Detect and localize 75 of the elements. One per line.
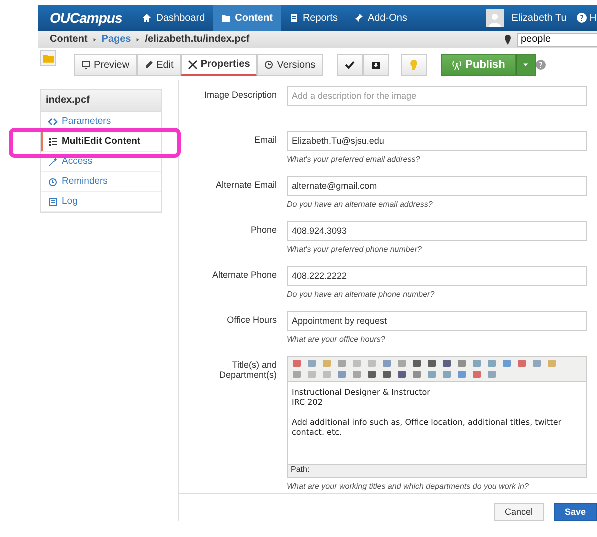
field-hint: What are your office hours?: [287, 335, 386, 344]
publish-menu-button[interactable]: [516, 54, 536, 76]
folder-button[interactable]: [40, 50, 56, 66]
pencil-icon: [144, 60, 154, 70]
list-icon: [48, 136, 58, 146]
text-field[interactable]: Elizabeth.Tu@sjsu.edu: [287, 131, 587, 151]
logo[interactable]: OUCampus: [38, 5, 134, 31]
lightbulb-icon: [408, 60, 419, 70]
field-hint: What's your preferred phone number?: [287, 245, 423, 254]
save-button[interactable]: Save: [554, 503, 597, 521]
field-hint: Do you have an alternate email address?: [287, 200, 434, 209]
caret-icon: [523, 62, 530, 68]
home-icon: [142, 13, 152, 23]
breadcrumb-item[interactable]: Content: [50, 34, 88, 45]
nav-item[interactable]: Reports: [280, 5, 346, 31]
folder-icon: [221, 13, 232, 23]
cancel-button[interactable]: Cancel: [494, 503, 544, 521]
view-tab[interactable]: Edit: [136, 54, 181, 76]
text-field[interactable]: 408.924.3093: [287, 221, 587, 241]
monitor-icon: [81, 60, 91, 70]
broadcast-icon: [452, 60, 462, 70]
view-tab[interactable]: Preview: [74, 54, 137, 76]
text-field[interactable]: 408.222.2222: [287, 266, 587, 286]
sidebar-item[interactable]: Log: [41, 192, 161, 212]
tools-icon: [188, 60, 198, 70]
sidebar-item[interactable]: Parameters: [41, 112, 161, 132]
lightbulb-button[interactable]: [400, 54, 427, 76]
sidebar-item[interactable]: Reminders: [41, 172, 161, 192]
check-button[interactable]: [336, 54, 363, 76]
avatar[interactable]: [486, 9, 504, 27]
user-name[interactable]: Elizabeth Tu: [512, 5, 577, 31]
breadcrumb-item[interactable]: Pages: [102, 34, 132, 45]
caret-icon: [135, 36, 142, 42]
download-box-icon: [370, 60, 381, 70]
field-label: Alternate Email: [214, 179, 277, 192]
sidebar-title: index.pcf: [41, 90, 161, 112]
text-field[interactable]: alternate@gmail.com: [287, 176, 587, 196]
view-tab[interactable]: Versions: [257, 54, 323, 76]
help-icon: [576, 13, 587, 23]
help-icon: [536, 60, 546, 70]
field-label: Email: [253, 134, 277, 147]
field-label: Image Description: [203, 89, 277, 102]
field-hint: What's your preferred email address?: [287, 155, 422, 164]
field-label: Office Hours: [226, 314, 277, 327]
field-hint: What are your working titles and which departments do you work in?: [287, 482, 530, 491]
key-icon: [48, 156, 58, 166]
caret-icon: [92, 36, 98, 42]
search-field[interactable]: people: [517, 32, 597, 46]
history-icon: [264, 60, 274, 70]
code-icon: [48, 116, 58, 126]
pin-icon: [503, 34, 513, 44]
breadcrumb-item[interactable]: /elizabeth.tu/index.pcf: [145, 34, 250, 45]
nav-item[interactable]: Content: [213, 5, 281, 31]
nav-item[interactable]: Add-Ons: [346, 5, 416, 31]
nav-item[interactable]: Dashboard: [134, 5, 214, 31]
field-hint: Do you have an alternate phone number?: [287, 290, 436, 299]
view-tab[interactable]: Properties: [180, 54, 258, 76]
path-bar: Path:: [288, 464, 586, 477]
text-field[interactable]: Add a description for the image: [287, 86, 587, 106]
editor-text[interactable]: Instructional Designer & Instructor IRC 202 Add additional info such as, Office location, additional titles, twitter contact. etc.: [288, 382, 586, 464]
pin-icon: [354, 13, 364, 23]
field-label: Alternate Phone: [211, 269, 277, 282]
field-label: Phone: [250, 224, 277, 237]
rich-text-editor[interactable]: Instructional Designer & Instructor IRC 202 Add additional info such as, Office location, additional titles, twitter contact. etc. Path:: [287, 356, 587, 478]
log-icon: [48, 196, 58, 206]
sidebar-item[interactable]: Access: [41, 152, 161, 172]
folder-icon: [42, 54, 54, 62]
sidebar-item[interactable]: MultiEdit Content: [41, 132, 161, 152]
field-label: Title(s) and Department(s): [218, 359, 277, 382]
clock-icon: [48, 176, 58, 186]
save-button[interactable]: [362, 54, 389, 76]
check-icon: [344, 60, 355, 70]
text-field[interactable]: Appointment by request: [287, 311, 587, 331]
help-link[interactable]: H: [576, 5, 597, 31]
clipboard-icon: [288, 13, 299, 23]
